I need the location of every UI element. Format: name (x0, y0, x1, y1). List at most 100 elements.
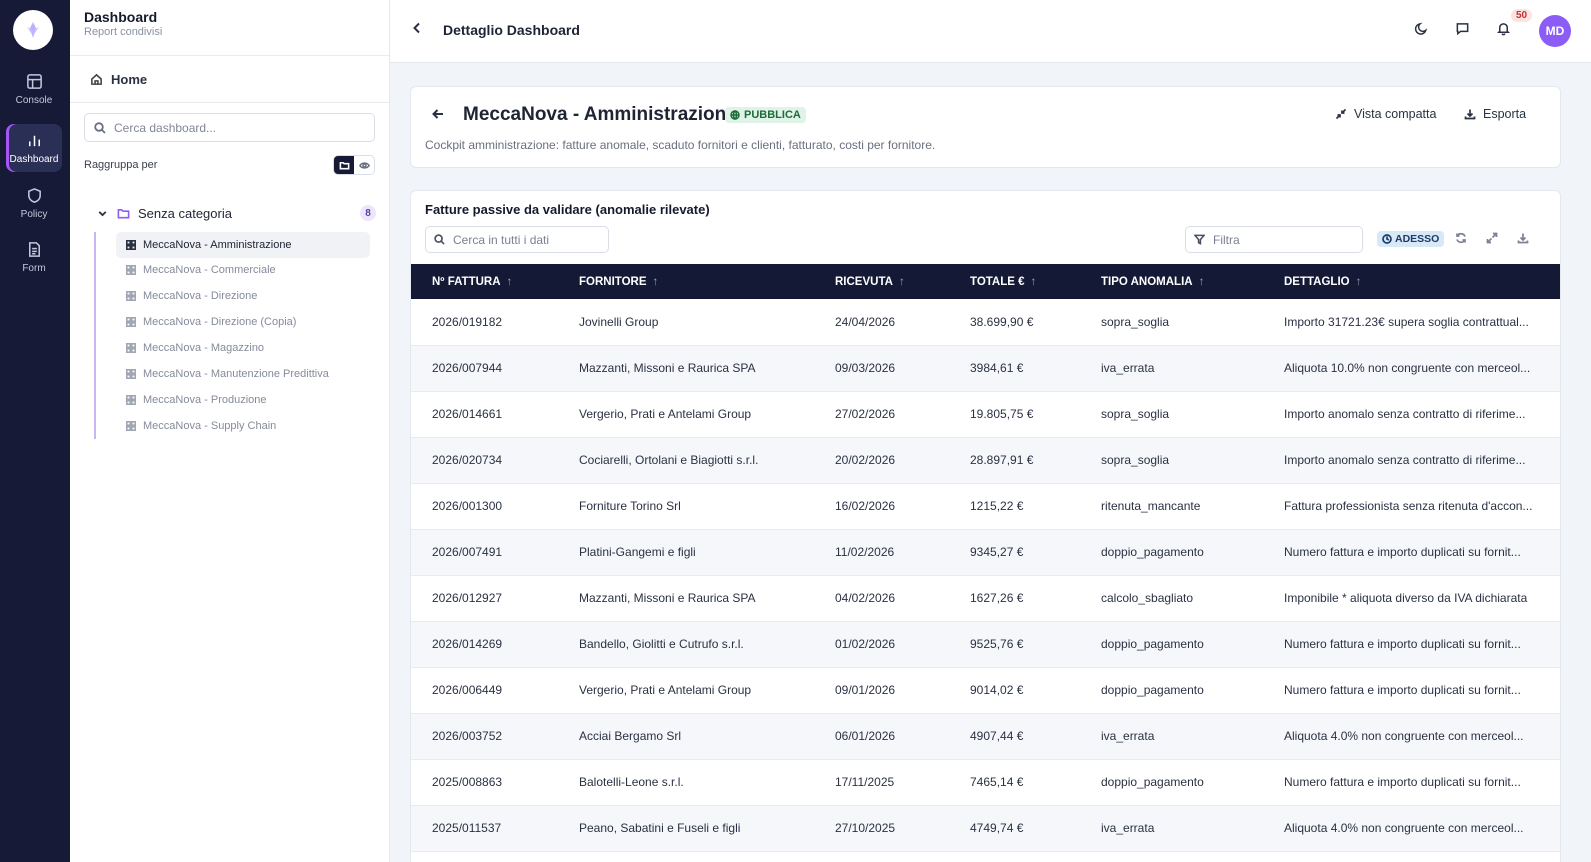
sidebar-item-supply-chain[interactable]: MeccaNova - Supply Chain (116, 413, 370, 439)
table-row[interactable]: 2026/007944 Mazzanti, Missoni e Raurica S… (411, 345, 1560, 392)
column-header-fattura[interactable]: Nº FATTURA ↑ (411, 264, 558, 299)
dashboard-sidebar: Dashboard Report condivisi Home Cerca da… (70, 0, 390, 862)
arrow-left-icon (432, 109, 443, 119)
sidebar-item-amministrazione[interactable]: MeccaNova - Amministrazione (116, 232, 370, 258)
rail-item-console[interactable]: Console (6, 65, 62, 113)
export-label: Esporta (1483, 107, 1527, 121)
column-header-totale[interactable]: TOTALE € ↑ (949, 264, 1080, 299)
table-filter-input[interactable]: Filtra (1185, 226, 1363, 253)
cell-fattura: 2026/007944 (411, 345, 558, 392)
sidebar-item-magazzino[interactable]: MeccaNova - Magazzino (116, 335, 370, 361)
expand-icon (1486, 232, 1498, 244)
dashboard-header-card: MeccaNova - Amministrazione PUBBLICA Coc… (410, 86, 1561, 168)
table-row[interactable]: 2026/014269 Bandello, Giolitti e Cutrufo … (411, 621, 1560, 668)
column-header-fornitore[interactable]: FORNITORE ↑ (558, 264, 814, 299)
cell-ricevuta: 04/02/2026 (814, 575, 949, 622)
cell-ricevuta: 11/02/2026 (814, 529, 949, 576)
messages-button[interactable] (1455, 21, 1475, 41)
sidebar-item-direzione-copia[interactable]: MeccaNova - Direzione (Copia) (116, 309, 370, 335)
category-count-badge: 8 (360, 205, 376, 221)
table-search-placeholder: Cerca in tutti i dati (453, 232, 550, 247)
rail-item-label: Form (22, 262, 46, 274)
table-row[interactable]: 2025/011537 Peano, Sabatini e Fuseli e fi… (411, 805, 1560, 852)
cell-totale: 1215,22 € (949, 483, 1080, 530)
rail-item-dashboard[interactable]: Dashboard (6, 124, 62, 172)
cell-dettaglio: Numero fattura e importo duplicati su fo… (1263, 529, 1560, 576)
refresh-button[interactable] (1455, 231, 1467, 249)
table-filter-placeholder: Filtra (1213, 232, 1240, 247)
cell-tipo-anomalia: calcolo_sbagliato (1080, 575, 1263, 622)
compact-view-button[interactable]: Vista compatta (1335, 107, 1436, 121)
sidebar-item-produzione[interactable]: MeccaNova - Produzione (116, 387, 370, 413)
bar-chart-icon (28, 135, 40, 146)
table-row[interactable]: 2026/003752 Acciai Bergamo Srl 06/01/2026 4… (411, 713, 1560, 760)
sidebar-item-label: MeccaNova - Magazzino (143, 342, 265, 354)
cell-ricevuta: 09/03/2026 (814, 345, 949, 392)
grid-icon (126, 395, 136, 405)
column-label: DETTAGLIO (1284, 275, 1350, 288)
cell-totale: 9345,27 € (949, 529, 1080, 576)
rail-item-policy[interactable]: Policy (6, 179, 62, 227)
bell-icon (1497, 23, 1510, 36)
table-row[interactable]: 2026/001300 Forniture Torino Srl 16/02/202… (411, 483, 1560, 530)
cell-dettaglio: Aliquota 10.0% non congruente con merceo… (1263, 345, 1560, 392)
sidebar-item-commerciale[interactable]: MeccaNova - Commerciale (116, 257, 370, 283)
sidebar-item-label: MeccaNova - Amministrazione (143, 239, 292, 251)
sort-arrow-icon: ↑ (1355, 275, 1362, 288)
eye-view-toggle[interactable] (354, 156, 374, 174)
dashboard-title: MeccaNova - Amministrazione (463, 104, 737, 125)
theme-toggle-button[interactable] (1414, 21, 1434, 41)
cell-totale: 3984,61 € (949, 345, 1080, 392)
home-label: Home (111, 71, 148, 87)
cell-fattura: 2026/001300 (411, 483, 558, 530)
sidebar-home-link[interactable]: Home (70, 56, 389, 103)
top-bar: Dettaglio Dashboard 50 MD (390, 0, 1591, 63)
rail-item-form[interactable]: Form (6, 233, 62, 281)
table-search-input[interactable]: Cerca in tutti i dati (425, 226, 609, 253)
rail-item-label: Console (15, 94, 53, 106)
page-title: Dettaglio Dashboard (443, 22, 580, 38)
sidebar-item-label: MeccaNova - Manutenzione Predittiva (143, 368, 329, 380)
table-row[interactable]: 2026/007491 Platini-Gangemi e figli 11/02/… (411, 529, 1560, 576)
expand-button[interactable] (1486, 231, 1498, 249)
table-row[interactable]: 2026/012927 Mazzanti, Missoni e Raurica S… (411, 575, 1560, 622)
cell-fornitore: Cociarelli, Ortolani e Biagiotti s.r.l. (558, 437, 814, 484)
cell-ricevuta: 09/01/2026 (814, 667, 949, 714)
cell-fornitore: Platini-Gangemi e figli (558, 529, 814, 576)
clock-icon (1382, 234, 1392, 244)
icon-rail: Console Dashboard Policy Form (0, 0, 70, 862)
dashboard-search-input[interactable]: Cerca dashboard... (84, 113, 375, 142)
column-header-ricevuta[interactable]: RICEVUTA ↑ (814, 264, 949, 299)
table-row[interactable]: 2025/008863 Balotelli-Leone s.r.l. 17/11/2… (411, 759, 1560, 806)
cell-dettaglio: Importo anomalo senza contratto di rifer… (1263, 437, 1560, 484)
column-label: TOTALE € (970, 275, 1025, 288)
column-label: FORNITORE (579, 275, 647, 288)
notifications-button[interactable] (1496, 21, 1516, 41)
cell-fattura: 2026/003752 (411, 713, 558, 760)
cell-fattura: 2026/019182 (411, 299, 558, 346)
sidebar-item-manutenzione[interactable]: MeccaNova - Manutenzione Predittiva (116, 361, 370, 387)
table-row[interactable]: 2026/014661 Vergerio, Prati e Antelami Gr… (411, 391, 1560, 438)
column-header-tipo-anomalia[interactable]: TIPO ANOMALIA ↑ (1080, 264, 1263, 299)
cell-fornitore: Bandello, Giolitti e Cutrufo s.r.l. (558, 621, 814, 668)
table-row[interactable]: 2026/006449 Vergerio, Prati e Antelami Gr… (411, 667, 1560, 714)
app-logo[interactable] (13, 10, 53, 50)
back-button[interactable] (410, 21, 428, 39)
grid-icon (126, 343, 136, 353)
layout-icon (26, 73, 42, 89)
export-button[interactable]: Esporta (1464, 107, 1526, 121)
folder-view-toggle[interactable] (334, 156, 354, 174)
column-header-dettaglio[interactable]: DETTAGLIO ↑ (1263, 264, 1560, 299)
back-arrow-button[interactable] (431, 107, 445, 126)
user-avatar[interactable]: MD (1539, 15, 1571, 47)
grid-icon (126, 291, 136, 301)
sidebar-item-direzione[interactable]: MeccaNova - Direzione (116, 283, 370, 309)
download-button[interactable] (1517, 231, 1529, 249)
cell-dettaglio: Numero fattura e importo duplicati su fo… (1263, 667, 1560, 714)
moon-icon (1414, 22, 1428, 35)
category-senza-categoria[interactable]: Senza categoria 8 (96, 205, 376, 221)
table-row[interactable]: 2026/019182 Jovinelli Group 24/04/2026 38.6… (411, 299, 1560, 346)
cell-totale: 4749,74 € (949, 805, 1080, 852)
cell-totale: 38.699,90 € (949, 299, 1080, 346)
table-row[interactable]: 2026/020734 Cociarelli, Ortolani e Biagio… (411, 437, 1560, 484)
